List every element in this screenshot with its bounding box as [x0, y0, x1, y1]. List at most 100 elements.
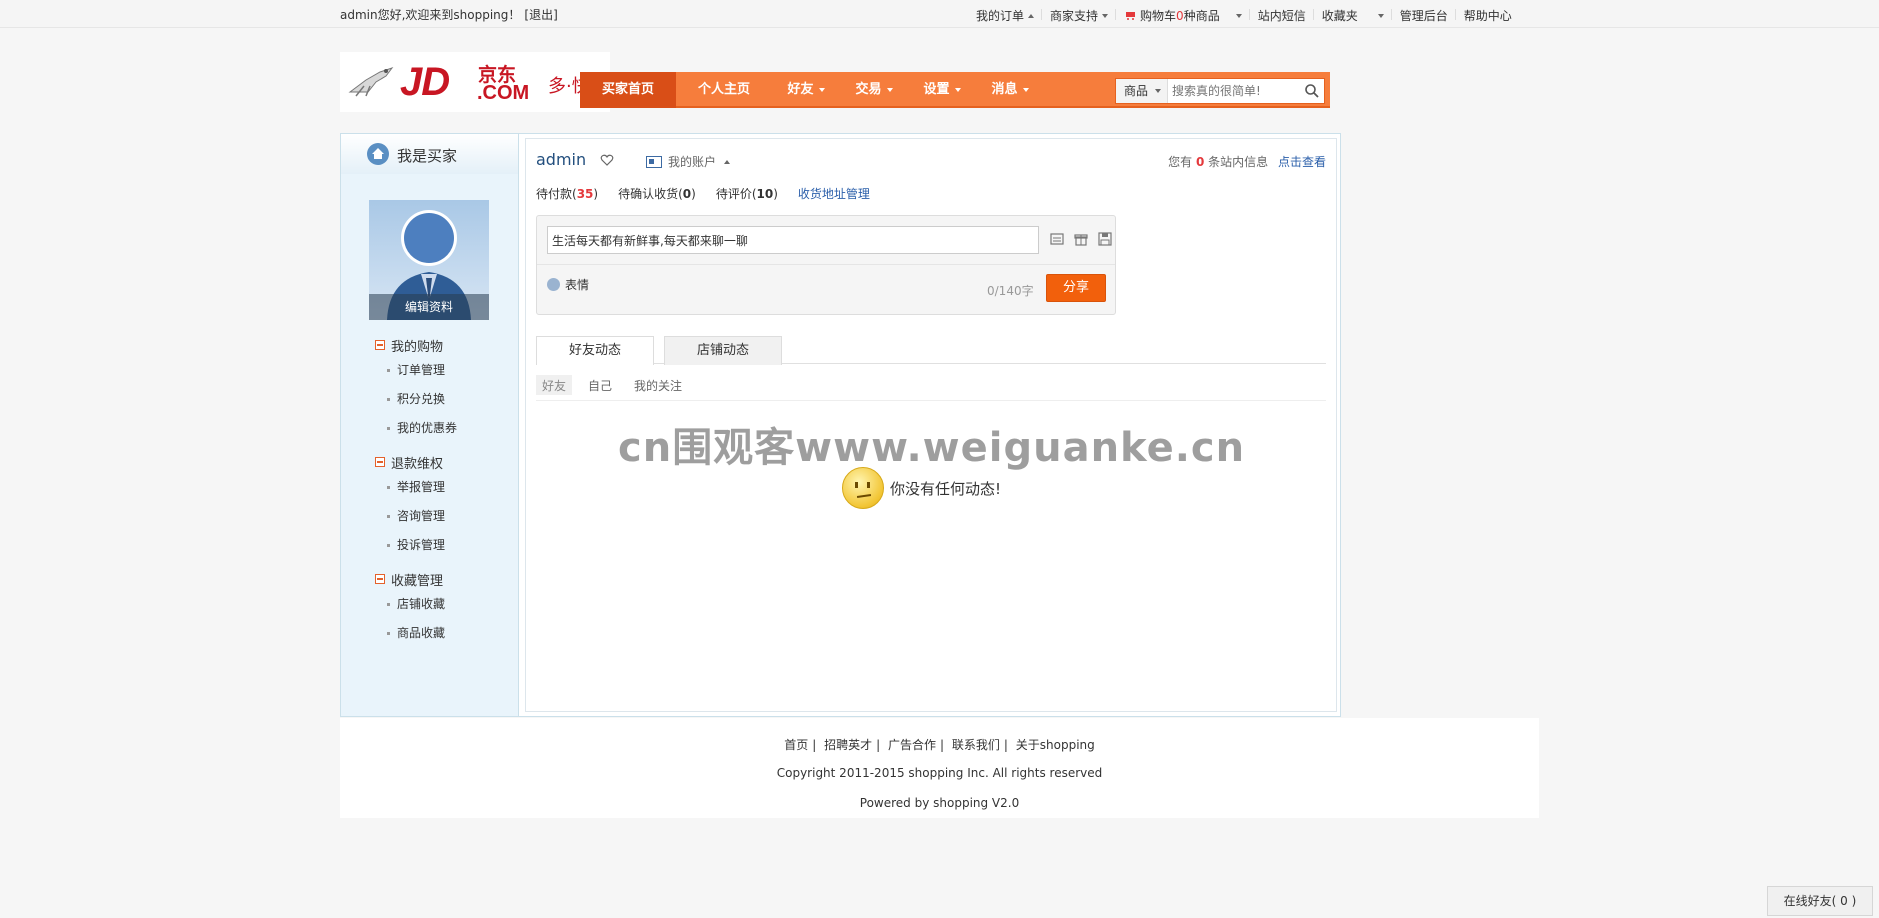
logo-jd: JD	[400, 60, 450, 104]
home-icon	[367, 143, 389, 165]
address-management-link[interactable]: 收货地址管理	[798, 185, 870, 202]
tab-store-feed[interactable]: 店铺动态	[664, 336, 782, 365]
site-logo[interactable]: JD 京东 .COM 多·快·好	[340, 52, 610, 112]
sidebar-item-label: 举报管理	[397, 480, 446, 494]
nav-buyer-home[interactable]: 买家首页	[580, 72, 676, 108]
sad-face-icon	[842, 467, 884, 509]
nav-messages[interactable]: 消息	[976, 72, 1044, 108]
top-nav-merchant-support[interactable]: 商家支持	[1042, 7, 1117, 24]
sidebar-item-complaint-management[interactable]: 投诉管理	[375, 531, 515, 560]
jd-dog-logo-icon	[348, 67, 394, 97]
search-input[interactable]	[1172, 81, 1292, 101]
chevron-down-icon	[954, 87, 961, 92]
collapse-icon	[375, 457, 385, 467]
pending-receipt-link[interactable]: 待确认收货(0)	[618, 185, 696, 202]
gift-icon[interactable]	[1073, 231, 1089, 247]
logout-link[interactable]: [退出]	[524, 8, 557, 22]
username: admin	[536, 150, 587, 169]
bullet-icon	[387, 632, 390, 635]
footer-separator: |	[812, 738, 817, 752]
chevron-down-icon	[1377, 13, 1384, 18]
top-nav-admin-panel[interactable]: 管理后台	[1392, 7, 1456, 24]
subtab-self[interactable]: 自己	[582, 375, 618, 395]
sidebar-item-order-management[interactable]: 订单管理	[375, 356, 515, 385]
cart-icon	[1124, 11, 1137, 21]
close-paren: )	[593, 187, 599, 201]
bullet-icon	[387, 515, 390, 518]
sidebar-item-my-coupons[interactable]: 我的优惠券	[375, 414, 515, 443]
chevron-down-icon	[1155, 89, 1161, 93]
smiley-icon	[547, 278, 560, 291]
image-icon[interactable]	[1049, 231, 1065, 247]
msg-count: 0	[1195, 155, 1205, 169]
sidebar-menu: 我的购物 订单管理 积分兑换 我的优惠券 退款维权 举报管理 咨询管理 投诉管理…	[375, 334, 515, 656]
footer-link-advertising[interactable]: 广告合作	[888, 738, 936, 752]
footer-link-about[interactable]: 关于shopping	[1016, 738, 1095, 752]
footer-link-careers[interactable]: 招聘英才	[824, 738, 872, 752]
main-content: admin 我的账户 您有 0 条站内信息 点击查看 待付款(35) 待确认收货…	[525, 138, 1337, 712]
avatar[interactable]: 编辑资料	[369, 200, 489, 320]
share-input[interactable]	[547, 226, 1039, 254]
sidebar-group-header[interactable]: 退款维权	[375, 451, 515, 473]
sidebar-item-label: 咨询管理	[397, 509, 446, 523]
nav-personal-home[interactable]: 个人主页	[676, 72, 772, 108]
nav-friends[interactable]: 好友	[772, 72, 840, 108]
chevron-down-icon	[1022, 87, 1029, 92]
bullet-icon	[387, 398, 390, 401]
top-nav-my-orders[interactable]: 我的订单	[968, 7, 1043, 24]
subtab-following[interactable]: 我的关注	[628, 375, 688, 395]
bullet-icon	[387, 544, 390, 547]
copyright: Copyright 2011-2015 shopping Inc. All ri…	[776, 766, 1103, 780]
favorites-label: 收藏夹	[1321, 9, 1358, 23]
share-divider	[537, 264, 1115, 265]
search-icon[interactable]	[1304, 83, 1320, 99]
online-friends-button[interactable]: 在线好友( 0 )	[1767, 886, 1873, 916]
share-box: 表情 0/140字 分享	[536, 215, 1116, 315]
sidebar-item-points-exchange[interactable]: 积分兑换	[375, 385, 515, 414]
top-nav-favorites[interactable]: 收藏夹	[1314, 7, 1392, 24]
footer-separator: |	[1003, 738, 1008, 752]
sidebar-item-label: 积分兑换	[397, 392, 446, 406]
sidebar-item-label: 我的优惠券	[397, 421, 458, 435]
bullet-icon	[387, 427, 390, 430]
emoticon-button[interactable]: 表情	[547, 276, 589, 293]
sidebar-item-inquiry-management[interactable]: 咨询管理	[375, 502, 515, 531]
sidebar-group-header[interactable]: 我的购物	[375, 334, 515, 356]
view-messages-link[interactable]: 点击查看	[1278, 155, 1326, 169]
pending-payment-link[interactable]: 待付款(35)	[536, 185, 598, 202]
top-nav-cart[interactable]: 购物车 0 种商品	[1116, 7, 1250, 24]
chevron-down-icon	[1102, 13, 1109, 18]
msg-suffix: 条站内信息	[1208, 155, 1269, 169]
my-account-menu[interactable]: 我的账户	[646, 153, 731, 170]
heart-badge-icon[interactable]	[600, 153, 614, 167]
sidebar-item-report-management[interactable]: 举报管理	[375, 473, 515, 502]
bullet-icon	[387, 369, 390, 372]
search-category-select[interactable]: 商品	[1116, 79, 1168, 103]
top-nav-site-messages[interactable]: 站内短信	[1250, 7, 1314, 24]
sidebar-group-header[interactable]: 收藏管理	[375, 568, 515, 590]
nav-settings[interactable]: 设置	[908, 72, 976, 108]
caret-up-icon	[724, 159, 731, 164]
top-nav: 我的订单 商家支持 购物车 0 种商品 站内短信 收藏夹 管理后台 帮助中心	[968, 7, 1520, 24]
sidebar-item-product-favorites[interactable]: 商品收藏	[375, 619, 515, 648]
sidebar-item-label: 订单管理	[397, 363, 446, 377]
footer-link-contact[interactable]: 联系我们	[952, 738, 1000, 752]
nav-trade-label: 交易	[855, 82, 882, 97]
powered-by: Powered by shopping V2.0	[859, 796, 1020, 810]
pending-receipt-label: 待确认收货(	[618, 187, 683, 201]
tab-friend-feed[interactable]: 好友动态	[536, 336, 654, 365]
share-button[interactable]: 分享	[1046, 274, 1106, 302]
pending-review-count: 10	[756, 187, 774, 201]
nav-personal-home-label: 个人主页	[697, 82, 750, 97]
cart-prefix: 购物车	[1140, 9, 1177, 23]
save-icon[interactable]	[1097, 231, 1113, 247]
top-nav-help-center[interactable]: 帮助中心	[1456, 7, 1520, 24]
sidebar-item-store-favorites[interactable]: 店铺收藏	[375, 590, 515, 619]
bullet-icon	[387, 486, 390, 489]
nav-trade[interactable]: 交易	[840, 72, 908, 108]
pending-review-link[interactable]: 待评价(10)	[716, 185, 778, 202]
edit-profile-button[interactable]: 编辑资料	[369, 294, 489, 320]
footer-link-home[interactable]: 首页	[784, 738, 808, 752]
subtab-friends[interactable]: 好友	[536, 375, 573, 395]
search-category-label: 商品	[1124, 84, 1149, 98]
